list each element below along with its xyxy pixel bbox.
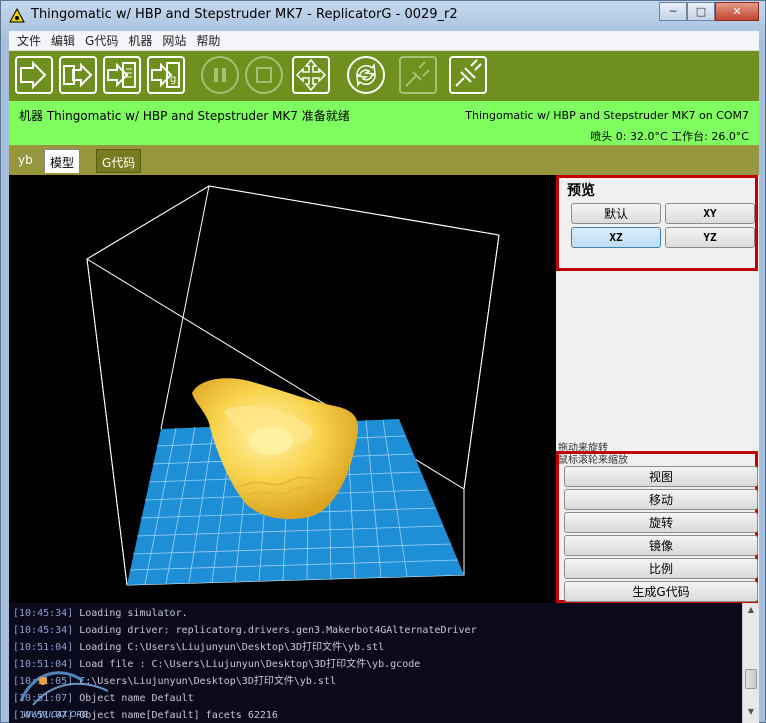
svg-text:g: g bbox=[170, 74, 176, 85]
scroll-down-icon[interactable]: ▼ bbox=[745, 707, 757, 719]
rotate-button[interactable]: 旋转 bbox=[564, 512, 758, 533]
scroll-thumb[interactable] bbox=[745, 669, 757, 689]
temperature-readout: 喷头 0: 32.0°C 工作台: 26.0°C bbox=[590, 130, 749, 143]
control-panel-icon[interactable] bbox=[292, 56, 330, 94]
close-button[interactable]: ✕ bbox=[715, 2, 759, 21]
log-line: [10:45:34] Loading simulator. bbox=[13, 608, 188, 619]
connect-icon[interactable] bbox=[449, 56, 487, 94]
machine-connection-text: Thingomatic w/ HBP and Stepstruder MK7 o… bbox=[465, 109, 749, 122]
stop-icon[interactable] bbox=[245, 56, 283, 94]
machine-status-bar: 机器 Thingomatic w/ HBP and Stepstruder MK… bbox=[9, 101, 759, 145]
mirror-button[interactable]: 镜像 bbox=[564, 535, 758, 556]
minimize-button[interactable]: ─ bbox=[659, 2, 687, 21]
tab-file-yb[interactable]: yb bbox=[13, 149, 38, 173]
client-area: 文件 编辑 G代码 机器 网站 帮助 g 机器 Thingomatic w/ H… bbox=[9, 31, 759, 723]
reset-icon[interactable] bbox=[347, 56, 385, 94]
view-xy-button[interactable]: XY bbox=[665, 203, 755, 224]
tab-model[interactable]: 模型 bbox=[44, 149, 81, 173]
preview-group: 预览 默认 XY XZ YZ bbox=[556, 175, 758, 271]
toolbar: g bbox=[9, 51, 759, 101]
menu-file[interactable]: 文件 bbox=[12, 32, 46, 49]
app-window: Thingomatic w/ HBP and Stepstruder MK7 -… bbox=[0, 0, 766, 723]
upload-icon[interactable] bbox=[59, 56, 97, 94]
3d-preview-viewport[interactable] bbox=[9, 175, 556, 603]
scale-button[interactable]: 比例 bbox=[564, 558, 758, 579]
replicatorg-app-icon bbox=[9, 8, 25, 23]
preview-title: 预览 bbox=[567, 183, 595, 199]
move-button[interactable]: 移动 bbox=[564, 489, 758, 510]
svg-text:WWW.ICAX.ORG: WWW.ICAX.ORG bbox=[23, 710, 88, 719]
menu-bar: 文件 编辑 G代码 机器 网站 帮助 bbox=[9, 31, 759, 51]
log-console[interactable]: [10:45:34] Loading simulator. [10:45:34]… bbox=[9, 603, 759, 723]
side-panel: 预览 默认 XY XZ YZ 拖动来旋转 鼠标滚轮来缩放 视图 移动 旋转 镜像… bbox=[556, 175, 759, 603]
upload-file-icon[interactable]: g bbox=[147, 56, 185, 94]
menu-gcode[interactable]: G代码 bbox=[80, 32, 123, 49]
view-button[interactable]: 视图 bbox=[564, 466, 758, 487]
tab-strip: yb 模型 G代码 bbox=[9, 145, 759, 175]
menu-help[interactable]: 帮助 bbox=[191, 32, 225, 49]
log-line: [10:45:34] Loading driver: replicatorg.d… bbox=[13, 625, 477, 636]
tab-gcode[interactable]: G代码 bbox=[96, 149, 142, 173]
menu-machine[interactable]: 机器 bbox=[123, 32, 157, 49]
disconnect-icon[interactable] bbox=[399, 56, 437, 94]
menu-website[interactable]: 网站 bbox=[157, 32, 191, 49]
model-actions-group: 视图 移动 旋转 镜像 比例 生成G代码 bbox=[556, 451, 758, 603]
title-bar[interactable]: Thingomatic w/ HBP and Stepstruder MK7 -… bbox=[1, 1, 765, 31]
log-line: [10:51:04] Loading C:\Users\Liujunyun\De… bbox=[13, 642, 385, 653]
machine-status-text: 机器 Thingomatic w/ HBP and Stepstruder MK… bbox=[19, 109, 350, 123]
window-title: Thingomatic w/ HBP and Stepstruder MK7 -… bbox=[31, 7, 458, 22]
maximize-button[interactable]: □ bbox=[687, 2, 715, 21]
view-yz-button[interactable]: YZ bbox=[665, 227, 755, 248]
build-to-file-icon[interactable] bbox=[103, 56, 141, 94]
scroll-up-icon[interactable]: ▲ bbox=[745, 605, 757, 617]
pause-icon[interactable] bbox=[201, 56, 239, 94]
build-icon[interactable] bbox=[15, 56, 53, 94]
console-scrollbar[interactable]: ▲ ▼ bbox=[742, 603, 759, 723]
view-default-button[interactable]: 默认 bbox=[571, 203, 661, 224]
view-xz-button[interactable]: XZ bbox=[571, 227, 661, 248]
generate-gcode-button[interactable]: 生成G代码 bbox=[564, 581, 758, 602]
menu-edit[interactable]: 编辑 bbox=[46, 32, 80, 49]
icax-watermark-logo: WWW.ICAX.ORG bbox=[19, 671, 109, 719]
